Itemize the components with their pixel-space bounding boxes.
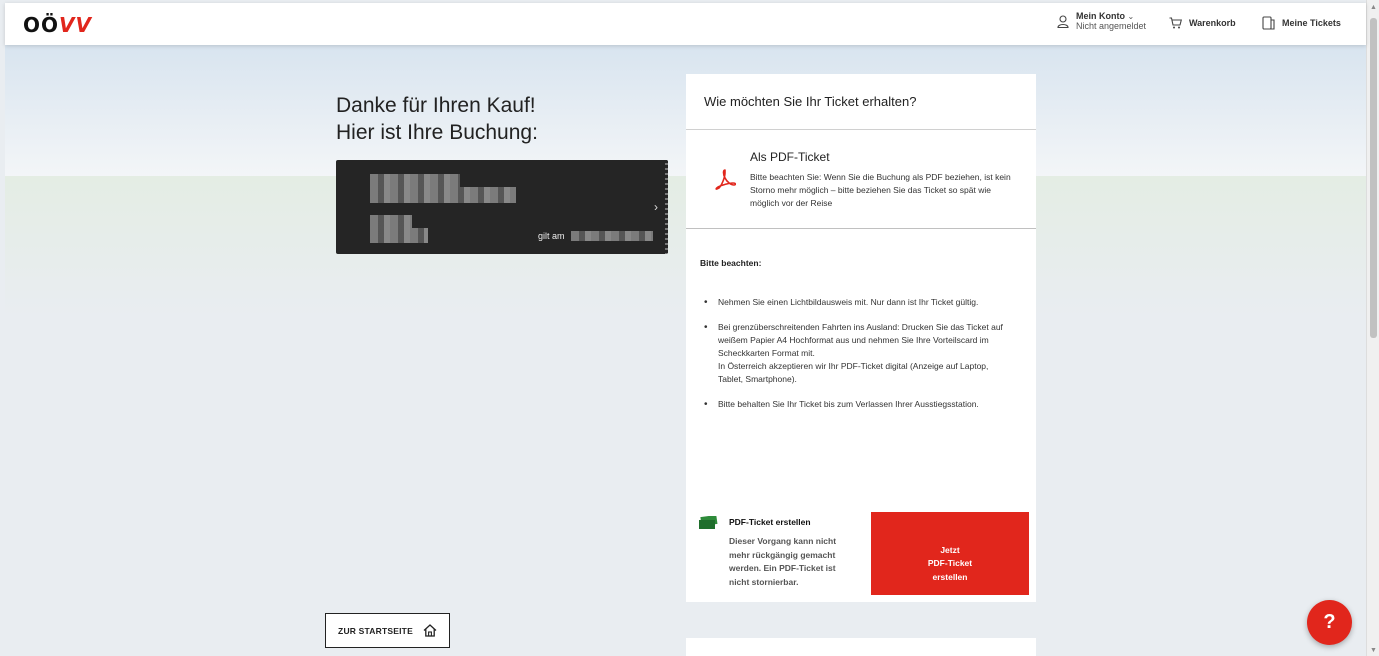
cart-icon [1169,17,1182,29]
redacted-text [370,187,516,203]
home-button[interactable]: ZUR STARTSEITE [325,613,450,648]
create-pdf-note: Dieser Vorgang kann nicht mehr rückgängi… [729,536,837,587]
create-pdf-title: PDF-Ticket erstellen [729,517,811,527]
chevron-right-icon: › [654,200,658,214]
cart-link[interactable]: Warenkorb [1169,17,1236,29]
my-tickets-label: Meine Tickets [1282,18,1341,28]
redacted-date [571,231,653,241]
divider [686,228,1036,229]
redacted-text [370,215,412,228]
pdf-icon [715,169,736,190]
help-button[interactable]: ? [1307,600,1352,645]
scroll-down-icon[interactable]: ▼ [1370,647,1377,654]
notice-list: Nehmen Sie einen Lichtbildausweis mit. N… [700,296,1010,423]
top-navigation: OÖVV Mein Konto ⌄ Nicht angemeldet Waren… [5,3,1366,45]
scroll-up-icon[interactable]: ▲ [1370,4,1377,11]
redacted-text [370,228,428,243]
account-label: Mein Konto [1076,11,1125,21]
account-status: Nicht angemeldet [1076,21,1147,31]
notice-heading: Bitte beachten: [700,258,762,268]
delivery-question: Wie möchten Sie Ihr Ticket erhalten? [704,94,917,109]
ticket-perforation [665,160,668,254]
account-menu[interactable]: Mein Konto ⌄ Nicht angemeldet [1057,11,1146,31]
chevron-down-icon: ⌄ [1127,12,1135,21]
ticket-valid-date: gilt am [538,231,565,241]
scrollbar[interactable]: ▲ ▼ [1366,0,1379,656]
notice-item: Bei grenzüberschreitenden Fahrten ins Au… [700,321,1010,386]
user-icon [1057,14,1069,28]
divider [686,129,1036,130]
ticket-delivery-panel: Wie möchten Sie Ihr Ticket erhalten? Als… [686,74,1036,602]
next-card [686,638,1036,656]
pdf-option-title[interactable]: Als PDF-Ticket [750,150,830,164]
pdf-option-note: Bitte beachten Sie: Wenn Sie die Buchung… [750,172,1011,208]
booking-ticket-card[interactable]: gilt am › [336,160,668,254]
cart-label: Warenkorb [1189,18,1236,28]
create-pdf-ticket-button[interactable]: Jetzt PDF-Ticket erstellen [871,512,1029,595]
tickets-stack-icon [699,516,718,529]
home-icon [423,624,437,637]
my-tickets-link[interactable]: Meine Tickets [1262,16,1341,30]
ticket-icon [1262,16,1275,30]
ooevv-logo[interactable]: OÖVV [23,13,92,37]
home-button-label: ZUR STARTSEITE [338,625,413,636]
page-title: Danke für Ihren Kauf! Hier ist Ihre Buch… [336,94,538,144]
redacted-text [370,174,460,187]
notice-item: Nehmen Sie einen Lichtbildausweis mit. N… [700,296,1010,309]
notice-item: Bitte behalten Sie Ihr Ticket bis zum Ve… [700,398,1010,411]
scrollbar-thumb[interactable] [1370,18,1377,338]
